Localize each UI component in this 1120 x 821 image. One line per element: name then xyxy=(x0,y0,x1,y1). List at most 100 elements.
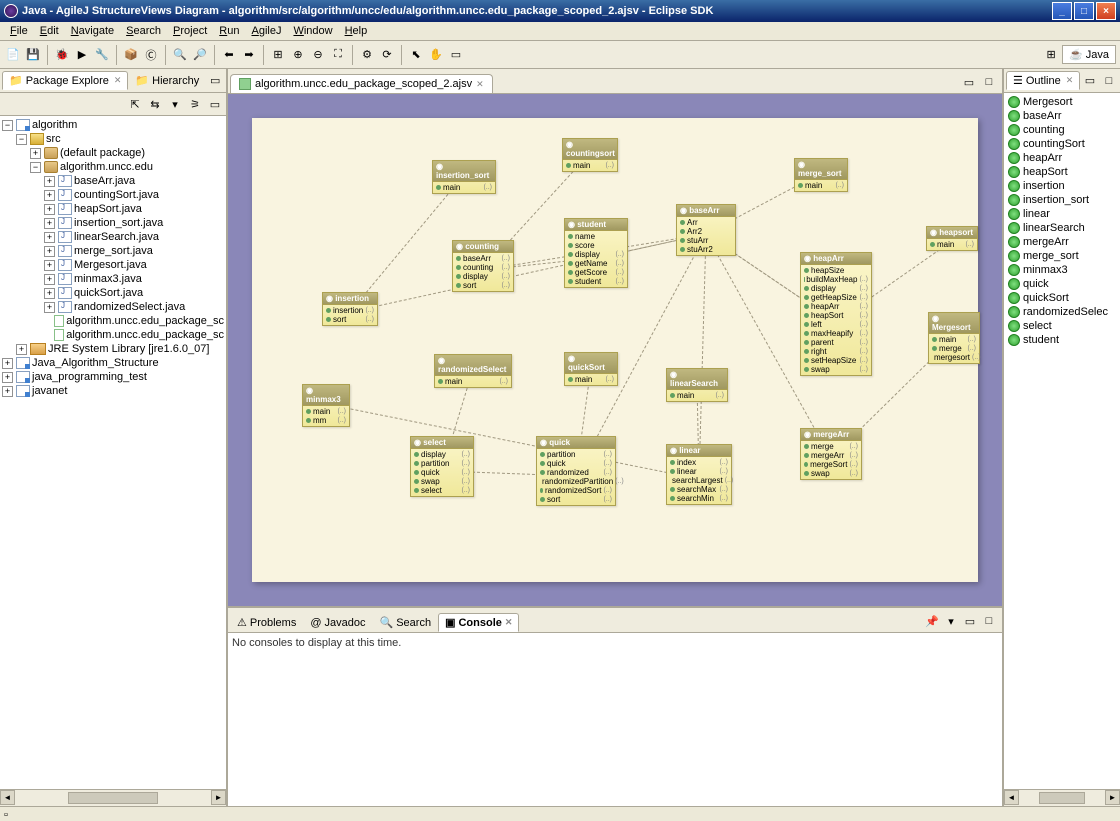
class-node-linear[interactable]: ◉ linearindex(..)linear(..)searchLargest… xyxy=(666,444,732,505)
tab-close-icon[interactable]: ✕ xyxy=(114,75,122,86)
refresh-button[interactable]: ⟳ xyxy=(378,46,396,64)
pointer-button[interactable]: ⬉ xyxy=(407,46,425,64)
outline-item-insertion[interactable]: insertion xyxy=(1006,179,1118,193)
outline-min-button[interactable]: ▭ xyxy=(1081,72,1099,90)
outline-item-minmax3[interactable]: minmax3 xyxy=(1006,263,1118,277)
scroll-thumb[interactable] xyxy=(68,792,158,804)
bottom-min-button[interactable]: ▭ xyxy=(961,612,979,630)
scroll-thumb[interactable] xyxy=(1039,792,1085,804)
open-type-button[interactable]: 🔍 xyxy=(171,46,189,64)
new-button[interactable]: 📄 xyxy=(4,46,22,64)
console-opts-button[interactable]: ▾ xyxy=(942,612,960,630)
minimize-icon[interactable]: ▭ xyxy=(206,95,224,113)
menu-navigate[interactable]: Navigate xyxy=(65,23,120,39)
class-node-select[interactable]: ◉ selectdisplay(..)partition(..)quick(..… xyxy=(410,436,474,497)
tree-project-java_programming_test[interactable]: +java_programming_test xyxy=(2,370,224,384)
class-node-minmax3[interactable]: ◉ minmax3main(..)mm(..) xyxy=(302,384,350,427)
close-button[interactable]: × xyxy=(1096,2,1116,20)
bottom-max-button[interactable]: □ xyxy=(980,612,998,630)
collapse-all-button[interactable]: ⇱ xyxy=(126,95,144,113)
menu-run[interactable]: Run xyxy=(213,23,245,39)
outline-item-linear[interactable]: linear xyxy=(1006,207,1118,221)
outline-item-randomizedselec[interactable]: randomizedSelec xyxy=(1006,305,1118,319)
outline-item-countingsort[interactable]: countingSort xyxy=(1006,137,1118,151)
expand-toggle[interactable]: + xyxy=(44,232,55,243)
diagram-viewport[interactable]: ◉ countingsortmain(..)◉ insertion_sortma… xyxy=(228,94,1002,606)
ext-tools-button[interactable]: 🔧 xyxy=(93,46,111,64)
outline-close-icon[interactable]: ✕ xyxy=(1066,75,1074,86)
class-node-linearSearch[interactable]: ◉ linearSearchmain(..) xyxy=(666,368,728,402)
java-perspective-button[interactable]: ☕ Java xyxy=(1062,45,1116,64)
tree-project-algorithm[interactable]: −algorithm xyxy=(2,118,224,132)
outline-item-merge_sort[interactable]: merge_sort xyxy=(1006,249,1118,263)
layout-button[interactable]: ⚙ xyxy=(358,46,376,64)
menu-edit[interactable]: Edit xyxy=(34,23,65,39)
nav-fwd-button[interactable]: ➡ xyxy=(240,46,258,64)
outline-item-linearsearch[interactable]: linearSearch xyxy=(1006,221,1118,235)
bottom-tab-javadoc[interactable]: @Javadoc xyxy=(303,614,372,632)
expand-toggle[interactable]: + xyxy=(2,358,13,369)
scroll-right-button[interactable]: ► xyxy=(211,790,226,805)
tree-file-7[interactable]: +minmax3.java xyxy=(2,272,224,286)
outline-item-counting[interactable]: counting xyxy=(1006,123,1118,137)
class-node-counting[interactable]: ◉ countingbaseArr(..)counting(..)display… xyxy=(452,240,514,292)
tree-project-javanet[interactable]: +javanet xyxy=(2,384,224,398)
console-pin-button[interactable]: 📌 xyxy=(923,612,941,630)
bottom-tab-problems[interactable]: ⚠Problems xyxy=(230,613,303,632)
expand-toggle[interactable]: + xyxy=(16,344,27,355)
bottom-tab-console[interactable]: ▣Console✕ xyxy=(438,613,519,632)
editor-min-button[interactable]: ▭ xyxy=(960,73,978,91)
outline-item-heaparr[interactable]: heapArr xyxy=(1006,151,1118,165)
expand-toggle[interactable]: + xyxy=(44,176,55,187)
class-node-merge_sort[interactable]: ◉ merge_sortmain(..) xyxy=(794,158,848,192)
tree-file-1[interactable]: +countingSort.java xyxy=(2,188,224,202)
bottom-tab-search[interactable]: 🔍Search xyxy=(373,613,439,632)
expand-toggle[interactable]: + xyxy=(44,274,55,285)
outline-list[interactable]: MergesortbaseArrcountingcountingSortheap… xyxy=(1004,93,1120,789)
tree-file-4[interactable]: +linearSearch.java xyxy=(2,230,224,244)
filter-button[interactable]: ⚞ xyxy=(186,95,204,113)
marquee-button[interactable]: ▭ xyxy=(447,46,465,64)
editor-max-button[interactable]: □ xyxy=(980,73,998,91)
outline-item-basearr[interactable]: baseArr xyxy=(1006,109,1118,123)
menu-search[interactable]: Search xyxy=(120,23,167,39)
tab-close-icon[interactable]: ✕ xyxy=(505,617,513,628)
outline-item-select[interactable]: select xyxy=(1006,319,1118,333)
outline-item-heapsort[interactable]: heapSort xyxy=(1006,165,1118,179)
class-node-insertion[interactable]: ◉ insertioninsertion(..)sort(..) xyxy=(322,292,378,326)
link-editor-button[interactable]: ⇆ xyxy=(146,95,164,113)
tree-jre-library[interactable]: +JRE System Library [jre1.6.0_07] xyxy=(2,342,224,356)
tree-file-8[interactable]: +quickSort.java xyxy=(2,286,224,300)
expand-toggle[interactable]: + xyxy=(30,148,41,159)
expand-toggle[interactable]: + xyxy=(44,246,55,257)
scroll-right-button[interactable]: ► xyxy=(1105,790,1120,805)
expand-toggle[interactable]: + xyxy=(44,260,55,271)
menu-help[interactable]: Help xyxy=(339,23,374,39)
tree-file-2[interactable]: +heapSort.java xyxy=(2,202,224,216)
class-node-insertion_sort[interactable]: ◉ insertion_sortmain(..) xyxy=(432,160,496,194)
expand-toggle[interactable]: − xyxy=(16,134,27,145)
search-button[interactable]: 🔎 xyxy=(191,46,209,64)
scroll-left-button[interactable]: ◄ xyxy=(0,790,15,805)
class-node-quick[interactable]: ◉ quickpartition(..)quick(..)randomized(… xyxy=(536,436,616,506)
tab-close-icon[interactable]: ✕ xyxy=(476,79,484,90)
view-tab-hierarchy[interactable]: 📁Hierarchy xyxy=(128,71,206,90)
nav-back-button[interactable]: ⬅ xyxy=(220,46,238,64)
tree-file-0[interactable]: +baseArr.java xyxy=(2,174,224,188)
class-node-quickSort[interactable]: ◉ quickSortmain(..) xyxy=(564,352,618,386)
run-button[interactable]: ▶ xyxy=(73,46,91,64)
tree-package-algorithm-uncc-edu[interactable]: −algorithm.uncc.edu xyxy=(2,160,224,174)
class-node-randomizedSelect[interactable]: ◉ randomizedSelectmain(..) xyxy=(434,354,512,388)
outline-hscroll[interactable]: ◄ ► xyxy=(1004,789,1120,806)
package-tree[interactable]: −algorithm−src+(default package)−algorit… xyxy=(0,116,226,789)
outline-item-quicksort[interactable]: quickSort xyxy=(1006,291,1118,305)
class-node-heapsort[interactable]: ◉ heapsortmain(..) xyxy=(926,226,978,251)
tree-file-10[interactable]: algorithm.uncc.edu_package_sc xyxy=(2,314,224,328)
tree-file-6[interactable]: +Mergesort.java xyxy=(2,258,224,272)
outline-tab[interactable]: ☰ Outline ✕ xyxy=(1006,71,1080,90)
hand-button[interactable]: ✋ xyxy=(427,46,445,64)
scroll-left-button[interactable]: ◄ xyxy=(1004,790,1019,805)
outline-max-button[interactable]: □ xyxy=(1100,72,1118,90)
view-menu-button[interactable]: ▾ xyxy=(166,95,184,113)
zoom-out-button[interactable]: ⊖ xyxy=(309,46,327,64)
